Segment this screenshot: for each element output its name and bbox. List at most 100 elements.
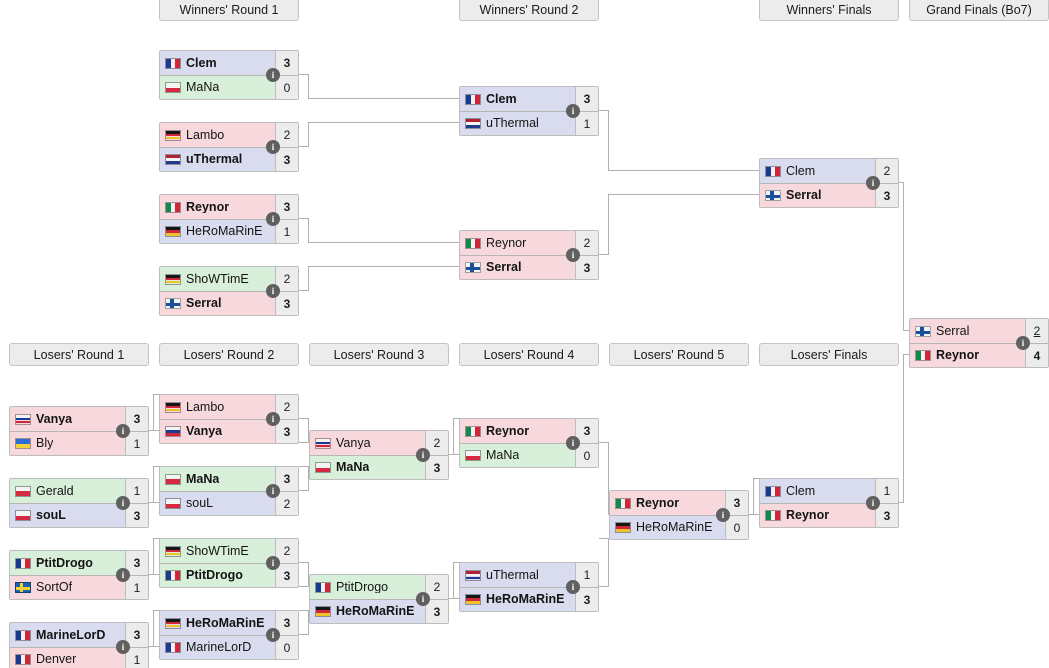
round-header-wr1[interactable]: Winners' Round 1 (159, 0, 299, 21)
match-row[interactable]: Clem 3 i (160, 51, 298, 82)
match-lr1m2[interactable]: Gerald 1 i souL 3 (9, 478, 149, 528)
opponent-cell[interactable]: uThermal (160, 148, 275, 171)
opponent-cell[interactable]: Lambo (160, 395, 275, 419)
match-info-icon[interactable]: i (716, 508, 730, 522)
opponent-cell[interactable]: HeRoMaRinE (160, 611, 275, 635)
opponent-cell[interactable]: uThermal (460, 563, 575, 587)
round-header-lr2[interactable]: Losers' Round 2 (159, 343, 299, 366)
match-info-icon[interactable]: i (416, 592, 430, 606)
opponent-cell[interactable]: Vanya (10, 407, 125, 431)
match-row[interactable]: Reynor 2 i (460, 231, 598, 262)
opponent-cell[interactable]: HeRoMaRinE (160, 220, 275, 243)
match-info-icon[interactable]: i (1016, 336, 1030, 350)
match-lr3m1[interactable]: Vanya 2 i MaNa 3 (309, 430, 449, 480)
opponent-cell[interactable]: ShoWTimE (160, 267, 275, 291)
match-row[interactable]: Serral 2 i (910, 319, 1048, 350)
opponent-cell[interactable]: HeRoMaRinE (310, 600, 425, 623)
match-row[interactable]: Reynor 3 i (460, 419, 598, 450)
opponent-cell[interactable]: uThermal (460, 112, 575, 135)
match-lr2m4[interactable]: HeRoMaRinE 3 i MarineLorD 0 (159, 610, 299, 660)
match-info-icon[interactable]: i (566, 436, 580, 450)
opponent-cell[interactable]: Reynor (460, 419, 575, 443)
round-header-lr3[interactable]: Losers' Round 3 (309, 343, 449, 366)
match-row[interactable]: Reynor 3 i (160, 195, 298, 226)
match-wr2m1[interactable]: Clem 3 i uThermal 1 (459, 86, 599, 136)
match-info-icon[interactable]: i (416, 448, 430, 462)
match-wr1m4[interactable]: ShoWTimE 2 i Serral 3 (159, 266, 299, 316)
match-lr1m1[interactable]: Vanya 3 i Bly 1 (9, 406, 149, 456)
match-row[interactable]: Clem 1 i (760, 479, 898, 510)
match-info-icon[interactable]: i (566, 104, 580, 118)
opponent-cell[interactable]: HeRoMaRinE (610, 516, 725, 539)
match-info-icon[interactable]: i (116, 640, 130, 654)
match-row[interactable]: Clem 2 i (760, 159, 898, 190)
match-lr3m2[interactable]: PtitDrogo 2 i HeRoMaRinE 3 (309, 574, 449, 624)
match-lr4m2[interactable]: uThermal 1 i HeRoMaRinE 3 (459, 562, 599, 612)
opponent-cell[interactable]: MaNa (160, 467, 275, 491)
match-info-icon[interactable]: i (866, 176, 880, 190)
match-lr2m3[interactable]: ShoWTimE 2 i PtitDrogo 3 (159, 538, 299, 588)
match-info-icon[interactable]: i (866, 496, 880, 510)
opponent-cell[interactable]: Reynor (610, 491, 725, 515)
opponent-cell[interactable]: Reynor (460, 231, 575, 255)
match-row[interactable]: MarineLorD 3 i (10, 623, 148, 654)
match-row[interactable]: MaNa 3 i (160, 467, 298, 498)
round-header-wf[interactable]: Winners' Finals (759, 0, 899, 21)
match-lr1m4[interactable]: MarineLorD 3 i Denver 1 (9, 622, 149, 668)
opponent-cell[interactable]: Clem (760, 159, 875, 183)
match-wr1m1[interactable]: Clem 3 i MaNa 0 (159, 50, 299, 100)
opponent-cell[interactable]: PtitDrogo (10, 551, 125, 575)
opponent-cell[interactable]: MaNa (310, 456, 425, 479)
opponent-cell[interactable]: ShoWTimE (160, 539, 275, 563)
opponent-cell[interactable]: MarineLorD (10, 623, 125, 647)
match-row[interactable]: PtitDrogo 3 i (10, 551, 148, 582)
opponent-cell[interactable]: HeRoMaRinE (460, 588, 575, 611)
match-row[interactable]: Lambo 2 i (160, 123, 298, 154)
round-header-lr4[interactable]: Losers' Round 4 (459, 343, 599, 366)
match-wr1m3[interactable]: Reynor 3 i HeRoMaRinE 1 (159, 194, 299, 244)
match-info-icon[interactable]: i (266, 140, 280, 154)
opponent-cell[interactable]: souL (160, 492, 275, 515)
opponent-cell[interactable]: Bly (10, 432, 125, 455)
opponent-cell[interactable]: Lambo (160, 123, 275, 147)
round-header-lr1[interactable]: Losers' Round 1 (9, 343, 149, 366)
opponent-cell[interactable]: Serral (460, 256, 575, 279)
opponent-cell[interactable]: Serral (910, 319, 1025, 343)
match-row[interactable]: Vanya 2 i (310, 431, 448, 462)
match-info-icon[interactable]: i (116, 568, 130, 582)
match-info-icon[interactable]: i (266, 556, 280, 570)
match-info-icon[interactable]: i (266, 68, 280, 82)
round-header-wr2[interactable]: Winners' Round 2 (459, 0, 599, 21)
opponent-cell[interactable]: Serral (160, 292, 275, 315)
opponent-cell[interactable]: Vanya (310, 431, 425, 455)
opponent-cell[interactable]: Clem (160, 51, 275, 75)
match-info-icon[interactable]: i (566, 580, 580, 594)
match-row[interactable]: uThermal 1 i (460, 563, 598, 594)
match-info-icon[interactable]: i (266, 284, 280, 298)
opponent-cell[interactable]: Gerald (10, 479, 125, 503)
match-info-icon[interactable]: i (566, 248, 580, 262)
match-lr5m1[interactable]: Reynor 3 i HeRoMaRinE 0 (609, 490, 749, 540)
opponent-cell[interactable]: Denver (10, 648, 125, 668)
match-lr2m1[interactable]: Lambo 2 i Vanya 3 (159, 394, 299, 444)
match-lr1m3[interactable]: PtitDrogo 3 i SortOf 1 (9, 550, 149, 600)
opponent-cell[interactable]: MarineLorD (160, 636, 275, 659)
opponent-cell[interactable]: souL (10, 504, 125, 527)
match-lr2m2[interactable]: MaNa 3 i souL 2 (159, 466, 299, 516)
opponent-cell[interactable]: PtitDrogo (160, 564, 275, 587)
opponent-cell[interactable]: Vanya (160, 420, 275, 443)
match-row[interactable]: Vanya 3 i (10, 407, 148, 438)
round-header-lr5[interactable]: Losers' Round 5 (609, 343, 749, 366)
match-row[interactable]: Clem 3 i (460, 87, 598, 118)
match-wr2m2[interactable]: Reynor 2 i Serral 3 (459, 230, 599, 280)
opponent-cell[interactable]: Clem (760, 479, 875, 503)
match-row[interactable]: Lambo 2 i (160, 395, 298, 426)
match-wr1m2[interactable]: Lambo 2 i uThermal 3 (159, 122, 299, 172)
match-row[interactable]: HeRoMaRinE 3 i (160, 611, 298, 642)
match-wfm1[interactable]: Clem 2 i Serral 3 (759, 158, 899, 208)
match-row[interactable]: PtitDrogo 2 i (310, 575, 448, 606)
match-row[interactable]: Reynor 3 i (610, 491, 748, 522)
opponent-cell[interactable]: Clem (460, 87, 575, 111)
opponent-cell[interactable]: SortOf (10, 576, 125, 599)
opponent-cell[interactable]: MaNa (160, 76, 275, 99)
